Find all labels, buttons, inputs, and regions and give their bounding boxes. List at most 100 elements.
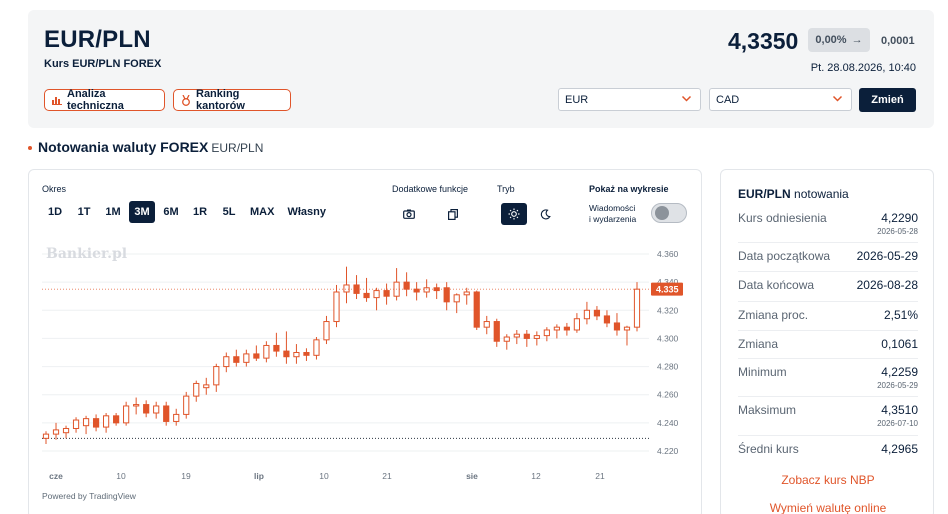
candle-body — [183, 395, 190, 415]
candle-body — [593, 309, 601, 317]
x-tick-label: 12 — [531, 471, 541, 481]
candlestick-chart[interactable]: 4.3604.3404.3204.3004.2804.2604.2404.220… — [29, 170, 703, 490]
candle-body — [143, 404, 150, 414]
x-tick-label: cze — [49, 471, 63, 481]
candle-body — [613, 322, 621, 331]
candle-body — [293, 352, 300, 358]
stats-title: EUR/PLN notowania — [738, 187, 849, 201]
medal-icon — [181, 94, 191, 106]
candle-body — [263, 344, 270, 359]
x-tick-label: sie — [466, 471, 478, 481]
stats-label: Kurs odniesienia — [738, 211, 827, 225]
stats-label: Zmiana proc. — [738, 308, 809, 322]
change-currency-button[interactable]: Zmień — [859, 88, 916, 112]
candle-body — [573, 318, 580, 331]
candle-body — [233, 356, 240, 363]
candle-body — [533, 335, 540, 339]
candle-body — [543, 329, 550, 337]
candle-body — [153, 405, 160, 414]
candle-body — [203, 384, 210, 389]
candle-body — [313, 339, 320, 356]
last-price-label: 4.335 — [656, 285, 679, 295]
candle-body — [223, 356, 230, 368]
candle-body — [123, 405, 130, 424]
bankier-watermark: Bankier.pl — [46, 246, 128, 262]
currency-from-select[interactable]: EUR — [558, 88, 701, 111]
candle-body — [303, 352, 310, 356]
quote-datetime: Pt. 28.08.2026, 10:40 — [810, 62, 916, 74]
y-tick-label: 4.260 — [657, 390, 679, 400]
currency-to-value: CAD — [716, 93, 740, 106]
technical-analysis-label: Analiza techniczna — [67, 88, 124, 112]
bullet-dot — [28, 146, 32, 151]
currency-to-select[interactable]: CAD — [709, 88, 852, 111]
exchange-ranking-label: Ranking kantorów — [196, 88, 245, 112]
candle-body — [623, 326, 631, 331]
technical-analysis-button[interactable]: Analiza techniczna — [44, 88, 165, 112]
candle-body — [553, 326, 560, 331]
candle-body — [583, 309, 591, 320]
y-tick-label: 4.280 — [657, 362, 679, 372]
stats-value: 2,51% — [883, 308, 918, 322]
stats-title-rest: notowania — [794, 187, 849, 201]
stats-date: 2026-05-29 — [877, 381, 918, 390]
change-absolute: 0,0001 — [881, 35, 915, 47]
candle-body — [283, 350, 290, 358]
candle-body — [92, 418, 100, 428]
stats-title-pair: EUR/PLN — [738, 187, 791, 201]
chart-card: Okres 1D 1T 1M 3M 6M 1R 5L MAX Własny Dodatkowe … — [28, 169, 702, 514]
exchange-online-link[interactable]: Wymień walutę online — [721, 501, 935, 514]
section-title: Notowania waluty FOREX EUR/PLN — [28, 139, 263, 155]
stats-divider — [738, 358, 918, 359]
candle-body — [253, 353, 260, 359]
pair-subtitle: Kurs EUR/PLN FOREX — [44, 58, 162, 70]
section-title-pair: EUR/PLN — [211, 141, 264, 155]
stats-divider — [738, 242, 918, 243]
candle-body — [513, 333, 520, 338]
candle-body — [193, 382, 200, 397]
nbp-rate-link[interactable]: Zobacz kurs NBP — [721, 473, 935, 487]
stats-divider — [738, 435, 918, 436]
candle-body — [423, 287, 430, 293]
currency-from-value: EUR — [565, 93, 589, 106]
x-tick-label: 10 — [319, 471, 329, 481]
candle-body — [113, 415, 120, 424]
y-tick-label: 4.360 — [657, 249, 679, 259]
section-title-text: Notowania waluty FOREX — [38, 139, 209, 155]
candle-body — [383, 290, 390, 297]
candle-body — [163, 405, 170, 422]
arrow-right-icon: → — [851, 34, 863, 46]
stats-date: 2026-05-28 — [877, 227, 918, 236]
candle-body — [173, 413, 180, 422]
chevron-down-icon — [681, 93, 692, 107]
stats-label: Zmiana — [738, 337, 779, 351]
candle-body — [243, 353, 250, 363]
candle-body — [82, 418, 90, 427]
stats-label: Maksimum — [738, 403, 797, 417]
x-tick-label: 19 — [181, 471, 191, 481]
stats-value: 4,2290 — [881, 211, 918, 225]
candle-body — [273, 344, 280, 352]
x-tick-label: lip — [254, 471, 264, 481]
stats-divider — [738, 301, 918, 302]
stats-divider — [738, 396, 918, 397]
candle-body — [343, 284, 350, 293]
exchange-ranking-button[interactable]: Ranking kantorów — [173, 88, 291, 112]
stats-value: 0,1061 — [881, 337, 918, 351]
candle-body — [603, 315, 611, 324]
candle-body — [403, 281, 410, 290]
x-tick-label: 21 — [382, 471, 392, 481]
candle-body — [72, 419, 80, 429]
candle-body — [363, 292, 370, 299]
stats-value: 4,2965 — [881, 442, 918, 456]
stats-label: Data końcowa — [738, 278, 815, 292]
candle-body — [483, 321, 490, 328]
x-tick-label: 10 — [116, 471, 126, 481]
y-tick-label: 4.320 — [657, 305, 679, 315]
candle-body — [103, 415, 110, 428]
candle-body — [62, 427, 70, 434]
stats-divider — [738, 271, 918, 272]
candle-body — [373, 290, 380, 299]
candle-body — [52, 429, 60, 435]
candle-body — [453, 294, 460, 303]
